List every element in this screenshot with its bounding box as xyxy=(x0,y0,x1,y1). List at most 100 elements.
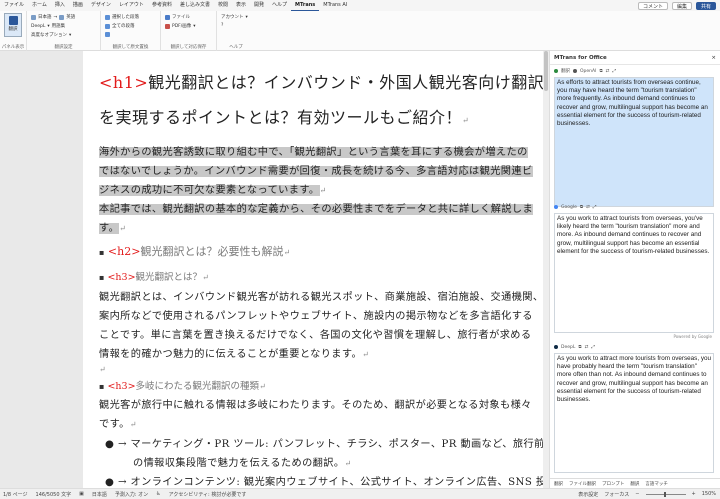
pane-tab-prompt[interactable]: プロンプト xyxy=(602,481,624,487)
document-area: <h1>観光翻訳とは？インバウンド・外国人観光客向け翻訳 を実現するポイントとは… xyxy=(0,51,543,488)
help-button[interactable]: ? xyxy=(221,23,223,28)
help-icon: ? xyxy=(221,23,224,28)
file-translate-button[interactable]: ファイル xyxy=(165,14,190,20)
paragraph-2-line-2[interactable]: す。↵ xyxy=(99,219,126,234)
tab-help[interactable]: ヘルプ xyxy=(268,0,291,11)
pane-title: MTrans for Office xyxy=(554,54,607,61)
tab-references[interactable]: 参考資料 xyxy=(148,0,176,11)
comment-button[interactable]: コメント xyxy=(637,1,668,10)
tab-mailings[interactable]: 差し込み文書 xyxy=(176,0,214,11)
tab-design[interactable]: デザイン xyxy=(87,0,115,11)
heading-3-b[interactable]: ▪ <h3>多岐にわたる観光翻訳の種類↵ xyxy=(99,378,266,392)
paragraph-3-line-2[interactable]: 案内所などで使用されるパンフレットやウェブサイト、施設内の掲示物などを多言語化す… xyxy=(99,307,533,322)
language-icon xyxy=(31,14,36,20)
proofing-icon[interactable]: ▣ xyxy=(79,491,84,497)
share-button[interactable]: 共有 xyxy=(695,1,716,10)
engine-select[interactable]: DeepL ▾ 用語集 xyxy=(31,23,65,30)
tab-draw[interactable]: 描画 xyxy=(69,0,87,11)
paragraph-3-line-4[interactable]: 情報を的確かつ魅力的に伝えることが重要となります。↵ xyxy=(99,345,369,360)
copy-icon[interactable]: ⧉ xyxy=(580,204,583,210)
group-label: 翻訳して対応保存 xyxy=(170,45,207,50)
pane-tab-translate-2[interactable]: 翻訳 xyxy=(630,481,639,487)
paragraph-4-line-2[interactable]: です。↵ xyxy=(99,415,137,430)
copy-icon[interactable]: ⧉ xyxy=(578,344,581,350)
ribbon: 翻訳 パネル表示 日本語 → 英語 DeepL ▾ 用語集 高度なオプション ▾… xyxy=(0,11,720,51)
display-settings-button[interactable]: 表示設定 xyxy=(578,491,598,498)
tab-mtrans[interactable]: MTrans xyxy=(291,0,320,11)
scrollbar-thumb[interactable] xyxy=(544,51,548,91)
tab-insert[interactable]: 挿入 xyxy=(51,0,69,11)
pdf-image-button[interactable]: PDF/画像 ▾ xyxy=(165,23,196,29)
group-label: 翻訳設定 xyxy=(54,45,73,50)
bullet-icon: ● xyxy=(105,439,115,450)
replace-option-button[interactable] xyxy=(105,32,112,37)
document-page[interactable]: <h1>観光翻訳とは？インバウンド・外国人観光客向け翻訳 を実現するポイントとは… xyxy=(83,51,543,488)
word-window: ファイル ホーム 挿入 描画 デザイン レイアウト 参考資料 差し込み文書 校閲… xyxy=(0,0,720,499)
accessibility-status[interactable]: アクセシビリティ: 検討が必要です xyxy=(169,491,247,498)
copy-icon[interactable]: ⧉ xyxy=(599,68,602,74)
swap-icon[interactable]: ⇄ xyxy=(606,69,610,74)
translate-button-label: 翻訳 xyxy=(8,27,18,32)
translation-result-1[interactable]: As efforts to attract tourists from over… xyxy=(554,77,714,207)
zoom-slider[interactable] xyxy=(645,491,686,497)
translation-result-2[interactable]: As you work to attract tourists from ove… xyxy=(554,213,714,333)
tab-layout[interactable]: レイアウト xyxy=(115,0,148,11)
tab-developer[interactable]: 開発 xyxy=(250,0,268,11)
engine-1-toolbar: 翻訳 OpenAI ⧉ ⇄ ⤢ xyxy=(554,67,716,75)
paragraph-3-line-3[interactable]: ことです。単に言葉を置き換えるだけでなく、各国の文化や習慣を理解し、旅行者が求め… xyxy=(99,326,531,341)
zoom-level[interactable]: 150% xyxy=(702,491,716,497)
translate-button[interactable]: 翻訳 xyxy=(4,13,22,37)
replace-icon xyxy=(105,32,110,37)
close-icon[interactable]: × xyxy=(711,55,716,61)
zoom-out-icon[interactable]: − xyxy=(635,491,639,497)
heading-2[interactable]: ▪ <h2>観光翻訳とは？必要性も解説↵ xyxy=(99,243,290,259)
paragraph-mark: ↵ xyxy=(462,116,470,125)
group-file: ファイル PDF/画像 ▾ 翻訳して対応保存 xyxy=(161,11,217,51)
heading-1-line-1[interactable]: <h1>観光翻訳とは？インバウンド・外国人観光客向け翻訳 xyxy=(99,69,543,93)
word-count[interactable]: 146/5050 文字 xyxy=(36,491,72,498)
language-status[interactable]: 日本語 xyxy=(92,491,107,498)
page-count[interactable]: 1/8 ページ xyxy=(3,491,28,498)
pane-tab-file-translate[interactable]: ファイル翻訳 xyxy=(569,481,596,487)
paragraph-1-line-2[interactable]: ではないでしょうか。インバウンド需要が回復・成長を続ける今、多言語対応は観光関連… xyxy=(99,162,533,177)
zoom-in-icon[interactable]: + xyxy=(692,491,696,497)
paragraph-2-line-1[interactable]: 本記事では、観光翻訳の基本的な定義から、その必要性までをデータと共に詳しく解説し… xyxy=(99,200,534,215)
empty-paragraph[interactable]: ↵ xyxy=(99,364,106,375)
bullet-item-2-line-1[interactable]: ● → オンラインコンテンツ: 観光案内ウェブサイト、公式サイト、オンライン広告… xyxy=(105,473,543,488)
expand-icon[interactable]: ⤢ xyxy=(593,204,597,210)
google-branding: Powered by Google xyxy=(673,334,712,339)
all-paragraphs-button[interactable]: 全ての段落 xyxy=(105,23,135,29)
list-bullet-marker: ▪ xyxy=(99,248,105,257)
tab-review[interactable]: 校閲 xyxy=(214,0,232,11)
panel-display-label: パネル表示 xyxy=(1,45,25,50)
tab-view[interactable]: 表示 xyxy=(232,0,250,11)
pane-tab-translate[interactable]: 翻訳 xyxy=(554,481,563,487)
expand-icon[interactable]: ⤢ xyxy=(612,68,616,74)
paragraph-1-line-3[interactable]: ジネスの成功に不可欠な要素となっています。↵ xyxy=(99,181,327,196)
tab-mtrans-ai[interactable]: MTrans AI xyxy=(319,0,351,11)
advanced-options-button[interactable]: 高度なオプション ▾ xyxy=(31,32,71,39)
ime-status[interactable]: 予測入力: オン xyxy=(115,491,148,498)
heading-3-a[interactable]: ▪ <h3>観光翻訳とは？↵ xyxy=(99,269,209,283)
selected-paragraph-button[interactable]: 選択した段落 xyxy=(105,14,139,20)
group-help: アカウント ▾ ? ヘルプ xyxy=(217,11,255,51)
bullet-item-1-line-1[interactable]: ● → マーケティング・PR ツール: パンフレット、チラシ、ポスター、PR 動… xyxy=(105,435,543,450)
focus-button[interactable]: フォーカス xyxy=(604,491,629,498)
paragraph-1-line-1[interactable]: 海外からの観光客誘致に取り組む中で、「観光翻訳」という言葉を耳にする機会が増えた… xyxy=(99,143,528,158)
bullet-item-1-line-2[interactable]: の情報収集段階で魅力を伝えるための翻訳。↵ xyxy=(133,454,352,469)
paragraph-4-line-1[interactable]: 観光客が旅行中に触れる情報は多岐にわたります。そのため、翻訳が必要となる対象も様… xyxy=(99,396,532,411)
swap-icon[interactable]: ⇄ xyxy=(586,205,590,210)
tab-file[interactable]: ファイル xyxy=(0,0,28,11)
paragraph-3-line-1[interactable]: 観光翻訳とは、インバウンド観光客が訪れる観光スポット、商業施設、宿泊施設、交通機… xyxy=(99,288,543,303)
tab-home[interactable]: ホーム xyxy=(28,0,51,11)
pane-tab-lang-match[interactable]: 言語マッチ xyxy=(645,481,668,487)
paragraph-icon xyxy=(105,23,110,29)
engine-3-toolbar: DeepL ⧉ ⇄ ⤢ xyxy=(554,343,716,351)
edit-button[interactable]: 編集 xyxy=(671,1,692,10)
expand-icon[interactable]: ⤢ xyxy=(591,344,595,350)
swap-icon[interactable]: ⇄ xyxy=(585,345,589,350)
heading-1-line-2[interactable]: を実現するポイントとは？有効ツールもご紹介！↵ xyxy=(99,104,469,128)
account-button[interactable]: アカウント ▾ xyxy=(221,14,248,21)
translation-result-3[interactable]: As you work to attract more tourists fro… xyxy=(554,353,714,473)
language-select[interactable]: 日本語 → 英語 xyxy=(31,14,75,20)
